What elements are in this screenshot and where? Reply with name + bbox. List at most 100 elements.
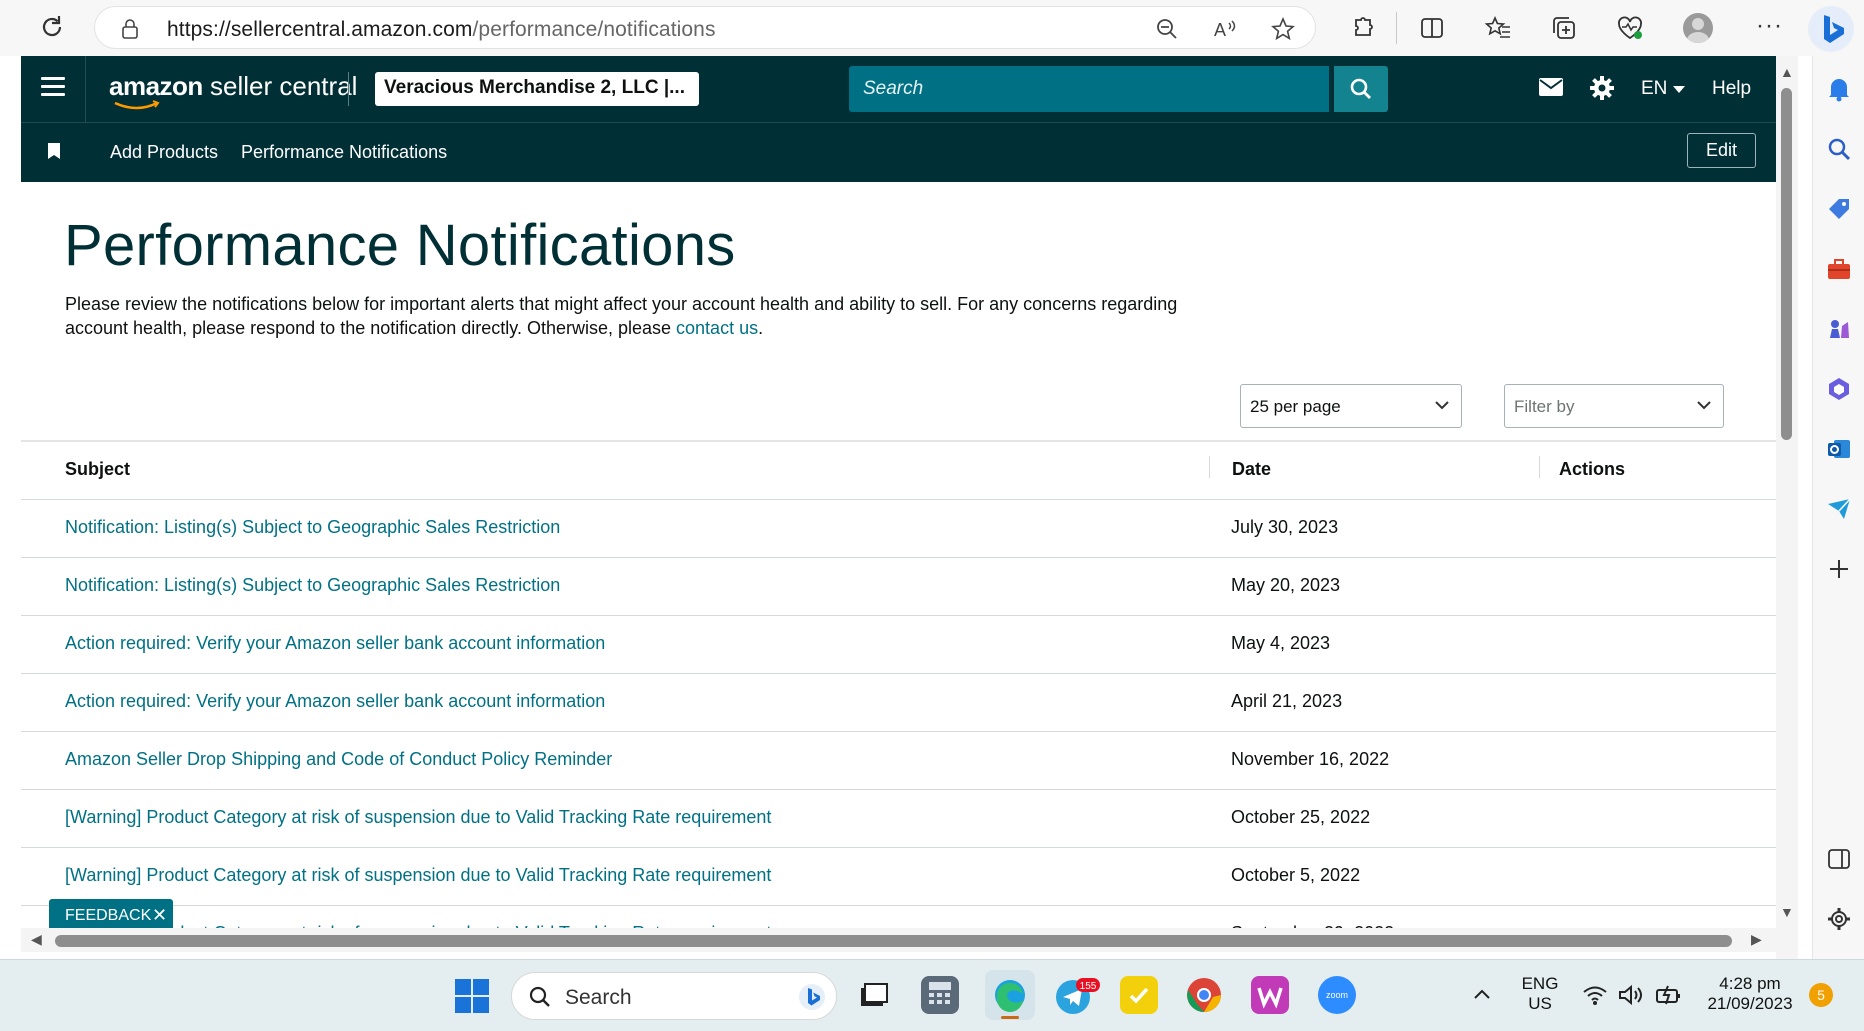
windows-start-icon[interactable] [454, 978, 490, 1014]
filter-select[interactable]: Filter by [1504, 384, 1724, 428]
nav-link-performance-notifications[interactable]: Performance Notifications [241, 142, 447, 163]
table-row: Notification: Listing(s) Subject to Geog… [21, 500, 1776, 558]
scroll-down-icon[interactable]: ▼ [1780, 904, 1794, 920]
favorites-icon[interactable] [1484, 14, 1512, 42]
help-link[interactable]: Help [1712, 78, 1751, 100]
microsoft-365-icon[interactable] [1826, 376, 1852, 402]
scrollbar-thumb[interactable] [1781, 88, 1792, 440]
volume-icon[interactable] [1618, 984, 1644, 1006]
column-header-actions: Actions [1559, 459, 1626, 479]
sticky-notes-icon[interactable] [1120, 976, 1158, 1014]
taskbar-search[interactable]: Search [511, 972, 837, 1020]
split-screen-icon[interactable] [1418, 14, 1446, 42]
windows-taskbar: Search 155 zoom ENG US 4:28 pm 21/09/2023 … [0, 959, 1864, 1031]
column-divider [1209, 456, 1210, 478]
column-divider [1539, 456, 1540, 478]
notification-date: October 5, 2022 [1231, 865, 1361, 885]
horizontal-scrollbar[interactable]: ◀ ▶ [21, 928, 1776, 952]
notification-subject-link[interactable]: Amazon Seller Drop Shipping and Code of … [65, 749, 612, 770]
notification-subject-link[interactable]: Action required: Verify your Amazon sell… [65, 633, 605, 654]
bing-copilot-icon[interactable] [1808, 6, 1854, 52]
intro-text: Please review the notifications below fo… [65, 294, 1178, 338]
shopping-tag-icon[interactable] [1826, 196, 1852, 222]
notification-date: July 30, 2023 [1231, 517, 1339, 537]
wifi-icon[interactable] [1582, 984, 1608, 1006]
table-row: Action required: Verify your Amazon sell… [21, 674, 1776, 732]
page-viewport: amazon seller central Veracious Merchand… [0, 56, 1812, 959]
store-switcher[interactable]: Veracious Merchandise 2, LLC |... [375, 72, 699, 106]
notification-subject-link[interactable]: Action required: Verify your Amazon sell… [65, 691, 605, 712]
header-divider [85, 56, 86, 122]
page-title: Performance Notifications [64, 213, 736, 278]
table-header-row: Subject Date Actions [21, 442, 1776, 500]
wps-office-icon[interactable] [1251, 976, 1289, 1014]
menu-icon[interactable] [41, 77, 65, 99]
notifications-bell-icon[interactable] [1826, 76, 1852, 102]
scroll-left-icon[interactable]: ◀ [31, 931, 42, 948]
lock-icon[interactable] [121, 19, 139, 39]
read-aloud-icon[interactable]: A [1213, 17, 1237, 41]
profile-avatar[interactable] [1683, 13, 1713, 43]
collections-icon[interactable] [1550, 14, 1578, 42]
settings-gear-icon[interactable] [1826, 906, 1852, 932]
edge-browser-icon[interactable] [985, 970, 1035, 1020]
chrome-icon[interactable] [1185, 976, 1223, 1014]
reload-icon[interactable] [38, 13, 66, 41]
nav-link-add-products[interactable]: Add Products [110, 142, 218, 163]
notification-date: May 20, 2023 [1231, 575, 1341, 595]
sidebar-toggle-icon[interactable] [1826, 846, 1852, 872]
outlook-icon[interactable] [1826, 436, 1852, 462]
search-button[interactable] [1334, 66, 1388, 112]
battery-icon[interactable] [1655, 984, 1683, 1006]
games-chess-icon[interactable] [1826, 316, 1852, 342]
address-bar[interactable]: https://sellercentral.amazon.com/perform… [94, 6, 1316, 49]
scrollbar-thumb[interactable] [55, 935, 1732, 947]
bing-icon [799, 984, 825, 1010]
search-input[interactable]: Search [849, 66, 1329, 112]
favorite-star-icon[interactable] [1271, 17, 1295, 41]
toolbar-separator [1396, 12, 1397, 44]
task-view-icon[interactable] [853, 976, 891, 1014]
contact-us-link[interactable]: contact us [676, 318, 758, 338]
svg-text:zoom: zoom [1326, 990, 1348, 1000]
tools-briefcase-icon[interactable] [1826, 256, 1852, 282]
more-options-icon[interactable]: ··· [1756, 12, 1783, 40]
input-language[interactable]: ENG US [1516, 974, 1564, 1014]
amazon-seller-central-logo[interactable]: amazon seller central [109, 71, 357, 102]
browser-essentials-icon[interactable] [1616, 14, 1644, 42]
notification-subject-link[interactable]: Notification: Listing(s) Subject to Geog… [65, 575, 560, 596]
language-selector[interactable]: EN [1641, 78, 1685, 100]
notification-subject-link[interactable]: [Warning] Product Category at risk of su… [65, 807, 771, 828]
edge-sidebar [1812, 56, 1864, 959]
search-icon[interactable] [1826, 136, 1852, 162]
messages-icon[interactable] [1539, 78, 1563, 96]
scroll-right-icon[interactable]: ▶ [1751, 931, 1762, 948]
per-page-select[interactable]: 25 per page [1240, 384, 1462, 428]
show-hidden-icons[interactable] [1473, 988, 1491, 1000]
svg-text:155: 155 [1080, 981, 1097, 992]
extensions-icon[interactable] [1348, 14, 1376, 42]
table-row: Action required: Verify your Amazon sell… [21, 616, 1776, 674]
column-header-subject[interactable]: Subject [65, 459, 130, 480]
notification-subject-link[interactable]: [Warning] Product Category at risk of su… [65, 865, 771, 886]
chevron-down-icon [1435, 401, 1449, 410]
edit-button[interactable]: Edit [1687, 133, 1756, 168]
calculator-icon[interactable] [921, 976, 959, 1014]
close-icon[interactable]: ✕ [152, 905, 167, 926]
notification-count-badge[interactable]: 5 [1809, 983, 1833, 1007]
search-icon [1350, 78, 1371, 99]
scroll-up-icon[interactable]: ▲ [1780, 64, 1794, 80]
zoom-out-icon[interactable] [1155, 17, 1179, 41]
telegram-icon[interactable]: 155 [1054, 976, 1100, 1014]
vertical-scrollbar[interactable]: ▲ ▼ [1776, 56, 1798, 959]
clock[interactable]: 4:28 pm 21/09/2023 [1700, 974, 1800, 1014]
browser-toolbar: https://sellercentral.amazon.com/perform… [0, 0, 1864, 56]
add-icon[interactable] [1826, 556, 1852, 582]
bookmark-icon[interactable] [47, 143, 61, 159]
settings-gear-icon[interactable] [1589, 75, 1615, 101]
send-drop-icon[interactable] [1826, 496, 1852, 522]
column-header-date[interactable]: Date [1232, 459, 1271, 480]
notification-subject-link[interactable]: Notification: Listing(s) Subject to Geog… [65, 517, 560, 538]
svg-text:A: A [1214, 20, 1226, 40]
zoom-icon[interactable]: zoom [1318, 976, 1356, 1014]
